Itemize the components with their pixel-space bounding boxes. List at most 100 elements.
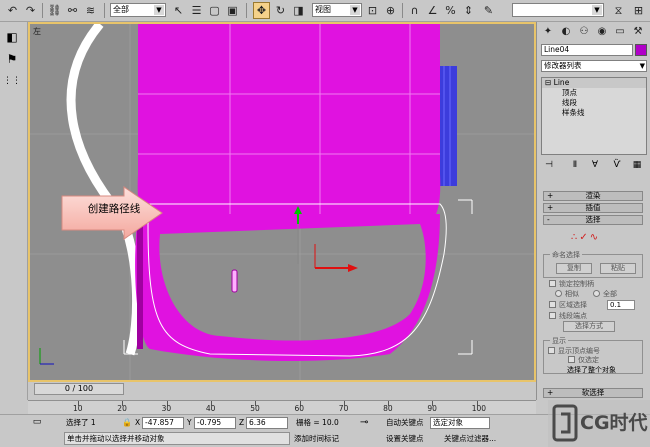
show-end-result-icon[interactable]: Ⅱ [569, 159, 581, 171]
lock-handles-checkbox[interactable] [549, 280, 556, 287]
rollout-interpolation-label: 插值 [585, 203, 601, 212]
z-coord-field[interactable]: 6.36 [246, 417, 288, 429]
align-icon[interactable]: ⊞ [630, 2, 647, 19]
timeline-tick-label: 60 [294, 404, 305, 413]
rollout-selection[interactable]: - 选择 [543, 215, 643, 225]
modifier-list-dropdown[interactable]: 修改器列表 ▼ [541, 60, 647, 72]
unlink-icon[interactable]: ⚯ [64, 2, 81, 19]
area-select-checkbox[interactable] [549, 301, 556, 308]
maxscript-listener-icon[interactable]: ▭ [30, 417, 44, 429]
toolbar-separator [246, 3, 247, 18]
stack-item-label: Line [553, 78, 570, 87]
create-box-icon[interactable]: ◧ [3, 28, 21, 46]
lock-selection-icon[interactable]: 🔒 [122, 418, 132, 428]
axis-tripod [39, 348, 54, 365]
select-link-icon[interactable]: ⛓ [46, 2, 63, 19]
paste-button[interactable]: 粘贴 [600, 263, 636, 274]
remove-modifier-icon[interactable]: Ѷ [611, 159, 623, 171]
angle-snap-icon[interactable]: ∠ [424, 2, 441, 19]
selection-filter-dropdown[interactable]: 全部 ▼ [110, 3, 166, 17]
stack-item-line[interactable]: ⊟ Line [542, 78, 646, 88]
pivot-marker [231, 269, 238, 293]
select-and-move-icon[interactable]: ✥ [253, 2, 270, 19]
object-color-swatch[interactable] [635, 44, 647, 56]
pin-stack-icon[interactable]: ⊣ [543, 159, 555, 171]
modify-tab-icon[interactable]: ◐ [559, 25, 573, 39]
x-coord-field[interactable]: -47.857 [142, 417, 184, 429]
display-tab-icon[interactable]: ▭ [613, 25, 627, 39]
named-selection-icon[interactable]: ✎ [480, 2, 497, 19]
prompt-line: 单击并拖动以选择并移动对象 [64, 432, 290, 445]
y-coord-field[interactable]: -0.795 [194, 417, 236, 429]
rollout-render[interactable]: + 渲染 [543, 191, 643, 201]
display-title: 显示 [550, 336, 568, 346]
stack-subitem-spline[interactable]: 样条线 [542, 108, 646, 118]
select-and-scale-icon[interactable]: ◨ [290, 2, 307, 19]
timeline[interactable]: 10 20 30 40 50 60 70 80 90 100 [28, 400, 536, 414]
percent-snap-icon[interactable]: % [442, 2, 459, 19]
select-manipulate-icon[interactable]: ⊕ [382, 2, 399, 19]
window-crossing-icon[interactable]: ▣ [224, 2, 241, 19]
configure-sets-icon[interactable]: ▦ [631, 159, 643, 171]
select-by-button[interactable]: 选择方式 [563, 321, 615, 332]
selected-only-checkbox[interactable] [568, 356, 575, 363]
select-object-icon[interactable]: ↖ [170, 2, 187, 19]
cg-watermark-logo: CG时代 [548, 400, 650, 447]
sub-object-level-icons[interactable]: ∴✓∿ [571, 232, 600, 243]
bind-space-warp-icon[interactable]: ≋ [82, 2, 99, 19]
area-select-value[interactable]: 0.1 [607, 300, 635, 310]
add-time-tag-button[interactable]: 添加时间标记 [294, 433, 339, 445]
named-selection-set-dropdown[interactable]: ▼ [512, 3, 604, 17]
command-panel: ✦ ◐ ⚇ ◉ ▭ ⚒ Line04 修改器列表 ▼ ⊟ Line 顶点 线段 … [536, 22, 650, 400]
rollout-soft-selection-label: 软选择 [581, 388, 605, 397]
toolbar-separator [42, 3, 43, 18]
lighting-icon[interactable]: ⚑ [3, 50, 21, 68]
show-vertex-numbers-checkbox[interactable] [548, 347, 555, 354]
motion-tab-icon[interactable]: ◉ [595, 25, 609, 39]
area-select-label: 区域选择 [559, 301, 587, 309]
reference-coord-dropdown[interactable]: 视图 ▼ [312, 3, 362, 17]
rollout-interpolation[interactable]: + 插值 [543, 203, 643, 213]
spinner-snap-icon[interactable]: ⇕ [460, 2, 477, 19]
make-unique-icon[interactable]: ∀ [589, 159, 601, 171]
key-filters-button[interactable]: 关键点过滤器... [444, 433, 496, 445]
select-by-name-icon[interactable]: ☰ [188, 2, 205, 19]
timeline-tick-label: 30 [161, 404, 172, 413]
copy-button[interactable]: 复制 [556, 263, 592, 274]
z-coord-label: Z [239, 418, 245, 427]
set-key-button[interactable]: 设置关键点 [386, 433, 424, 445]
hierarchy-tab-icon[interactable]: ⚇ [577, 25, 591, 39]
similar-label: 相似 [565, 290, 579, 298]
segment-end-checkbox[interactable] [549, 312, 556, 319]
utilities-tab-icon[interactable]: ⚒ [631, 25, 645, 39]
more-tools-icon[interactable]: ⋮⋮ [3, 72, 21, 90]
grid-size-label: 栅格 = 10.0 [296, 418, 339, 427]
selected-object-dropdown[interactable]: 选定对象 [430, 417, 490, 429]
stack-subitem-segment[interactable]: 线段 [542, 98, 646, 108]
similar-radio[interactable] [555, 290, 562, 297]
rollout-soft-selection[interactable]: + 软选择 [543, 388, 643, 398]
pivot-center-icon[interactable]: ⊡ [364, 2, 381, 19]
chevron-down-icon: ▼ [592, 5, 602, 15]
timeline-tick-label: 80 [383, 404, 393, 413]
named-selection-group: 命名选择 复制 粘贴 [543, 250, 643, 278]
key-mode-icon[interactable]: ⊸ [360, 417, 378, 429]
redo-icon[interactable]: ↷ [22, 2, 39, 19]
modifier-stack: ⊟ Line 顶点 线段 样条线 [541, 77, 647, 155]
reference-coord-value: 视图 [315, 5, 331, 14]
rect-selection-icon[interactable]: ▢ [206, 2, 223, 19]
expand-icon[interactable]: ⊟ [545, 78, 554, 87]
mirror-icon[interactable]: ⧖ [610, 2, 627, 19]
time-slider[interactable]: 0 / 100 [34, 383, 124, 395]
viewport-label: 左 [33, 27, 41, 36]
stack-subitem-vertex[interactable]: 顶点 [542, 88, 646, 98]
all-radio[interactable] [593, 290, 600, 297]
rollout-selection-label: 选择 [585, 215, 601, 224]
snap-toggle-icon[interactable]: ∩ [406, 2, 423, 19]
chevron-down-icon: ▼ [350, 5, 360, 15]
undo-icon[interactable]: ↶ [4, 2, 21, 19]
object-name-field[interactable]: Line04 [541, 44, 633, 56]
create-tab-icon[interactable]: ✦ [541, 25, 555, 39]
select-and-rotate-icon[interactable]: ↻ [272, 2, 289, 19]
auto-key-button[interactable]: 自动关键点 [386, 417, 424, 429]
